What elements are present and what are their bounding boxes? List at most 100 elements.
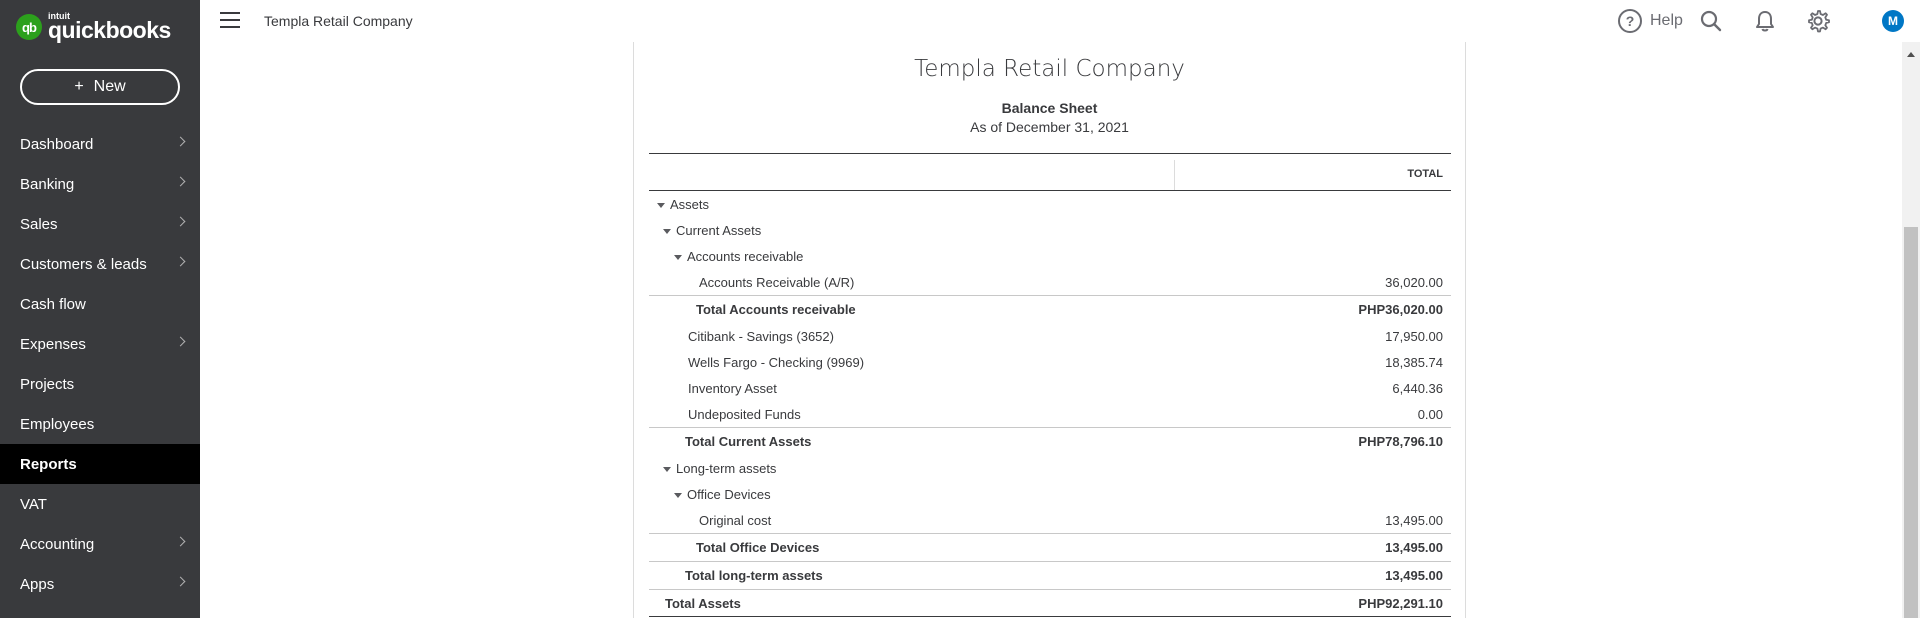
chevron-right-icon (175, 176, 186, 187)
help-label: Help (1650, 12, 1683, 29)
chevron-right-icon (175, 536, 186, 547)
sidebar-item-accounting[interactable]: Accounting (0, 524, 200, 564)
sidebar-item-sales[interactable]: Sales (0, 204, 200, 244)
sidebar-item-projects[interactable]: Projects (0, 364, 200, 404)
row-value: PHP92,291.10 (1358, 596, 1443, 611)
row-label: Total Office Devices (696, 540, 820, 555)
sidebar-item-label: VAT (20, 495, 47, 513)
collapse-caret-icon[interactable] (674, 255, 682, 260)
scroll-up-arrow-icon[interactable] (1907, 52, 1915, 57)
row-label: Accounts receivable (687, 249, 804, 264)
chevron-right-icon (175, 576, 186, 587)
row-value: 13,495.00 (1385, 540, 1443, 555)
search-icon[interactable] (1698, 8, 1724, 34)
scrollbar-thumb[interactable] (1904, 227, 1918, 618)
sidebar-item-label: Reports (20, 455, 77, 473)
report-content-area: Templa Retail Company Balance Sheet As o… (200, 42, 1902, 618)
table-body: Assets Current Assets Accounts receivable A… (649, 191, 1451, 618)
collapse-caret-icon[interactable] (657, 203, 665, 208)
row-label: Inventory Asset (688, 381, 777, 396)
section-row: Assets (649, 191, 1451, 217)
sidebar-item-customers-leads[interactable]: Customers & leads (0, 244, 200, 284)
sidebar-item-label: Expenses (20, 335, 86, 353)
sidebar-nav: Dashboard Banking Sales Customers & leads Ca… (0, 124, 200, 604)
sidebar-item-label: Customers & leads (20, 255, 147, 273)
sidebar-item-label: Sales (20, 215, 58, 233)
sidebar-item-banking[interactable]: Banking (0, 164, 200, 204)
row-label: Assets (670, 197, 710, 212)
table-row[interactable]: Citibank - Savings (3652) 17,950.00 (649, 323, 1451, 349)
sidebar-item-label: Projects (20, 375, 75, 393)
row-label: Current Assets (676, 223, 762, 238)
sidebar: qb intuit quickbooks + New Dashboard Bank… (0, 0, 200, 618)
row-label: Office Devices (687, 487, 771, 502)
row-value[interactable]: 0.00 (1418, 407, 1443, 422)
sidebar-item-label: Accounting (20, 535, 95, 553)
table-row[interactable]: Wells Fargo - Checking (9969) 18,385.74 (649, 349, 1451, 375)
row-value[interactable]: 13,495.00 (1385, 513, 1443, 528)
row-label: Total Accounts receivable (696, 302, 856, 317)
sidebar-item-employees[interactable]: Employees (0, 404, 200, 444)
table-row[interactable]: Inventory Asset 6,440.36 (649, 375, 1451, 401)
total-row: Total Assets PHP92,291.10 (649, 589, 1451, 618)
section-row: Long-term assets (649, 455, 1451, 481)
row-value[interactable]: 17,950.00 (1385, 329, 1443, 344)
row-value[interactable]: 18,385.74 (1385, 355, 1443, 370)
logo-quickbooks-text: quickbooks (48, 17, 171, 43)
sidebar-item-reports[interactable]: Reports (0, 444, 200, 484)
section-row: Current Assets (649, 217, 1451, 243)
row-label: Accounts Receivable (A/R) (699, 275, 855, 290)
sidebar-item-cash-flow[interactable]: Cash flow (0, 284, 200, 324)
row-label: Wells Fargo - Checking (9969) (688, 355, 865, 370)
company-name: Templa Retail Company (264, 13, 413, 29)
table-row[interactable]: Original cost 13,495.00 (649, 507, 1451, 533)
collapse-caret-icon[interactable] (663, 229, 671, 234)
row-value[interactable]: 36,020.00 (1385, 275, 1443, 290)
table-row[interactable]: Undeposited Funds 0.00 (649, 401, 1451, 427)
chevron-right-icon (175, 216, 186, 227)
report-page: Templa Retail Company Balance Sheet As o… (633, 42, 1466, 618)
user-avatar[interactable]: M (1882, 10, 1904, 32)
new-button[interactable]: + New (20, 69, 180, 105)
sidebar-item-label: Banking (20, 175, 75, 193)
row-label: Citibank - Savings (3652) (688, 329, 834, 344)
sidebar-item-apps[interactable]: Apps (0, 564, 200, 604)
row-label: Long-term assets (676, 461, 777, 476)
row-label: Total long-term assets (685, 568, 823, 583)
total-row: Total Current Assets PHP78,796.10 (649, 427, 1451, 455)
section-row: Office Devices (649, 481, 1451, 507)
bell-icon[interactable] (1752, 8, 1778, 34)
sidebar-item-label: Employees (20, 415, 95, 433)
chevron-right-icon (175, 136, 186, 147)
row-label: Undeposited Funds (688, 407, 801, 422)
new-button-label: New (93, 78, 126, 95)
table-header: TOTAL (649, 153, 1451, 191)
hamburger-menu-icon[interactable] (220, 12, 240, 28)
row-label: Original cost (699, 513, 772, 528)
table-row[interactable]: Accounts Receivable (A/R) 36,020.00 (649, 269, 1451, 295)
gear-icon[interactable] (1805, 8, 1831, 34)
section-row: Accounts receivable (649, 243, 1451, 269)
row-value[interactable]: 6,440.36 (1392, 381, 1443, 396)
sidebar-item-label: Dashboard (20, 135, 94, 153)
report-company-name: Templa Retail Company (914, 56, 1185, 82)
sidebar-item-label: Apps (20, 575, 55, 593)
vertical-scrollbar[interactable] (1902, 42, 1920, 618)
column-divider[interactable] (1174, 160, 1175, 190)
help-button[interactable]: ? Help (1618, 9, 1683, 33)
report-date: As of December 31, 2021 (970, 119, 1129, 135)
sidebar-item-dashboard[interactable]: Dashboard (0, 124, 200, 164)
sidebar-item-expenses[interactable]: Expenses (0, 324, 200, 364)
row-label: Total Current Assets (685, 434, 812, 449)
collapse-caret-icon[interactable] (663, 467, 671, 472)
column-header-total[interactable]: TOTAL (1407, 168, 1443, 180)
total-row: Total Accounts receivable PHP36,020.00 (649, 295, 1451, 323)
sidebar-item-vat[interactable]: VAT (0, 484, 200, 524)
total-row: Total long-term assets 13,495.00 (649, 561, 1451, 589)
help-icon: ? (1618, 9, 1642, 33)
collapse-caret-icon[interactable] (674, 493, 682, 498)
report-title: Balance Sheet (1001, 100, 1098, 116)
top-bar: Templa Retail Company ? Help M (200, 0, 1920, 42)
chevron-right-icon (175, 336, 186, 347)
quickbooks-logo[interactable]: qb intuit quickbooks (16, 12, 171, 42)
